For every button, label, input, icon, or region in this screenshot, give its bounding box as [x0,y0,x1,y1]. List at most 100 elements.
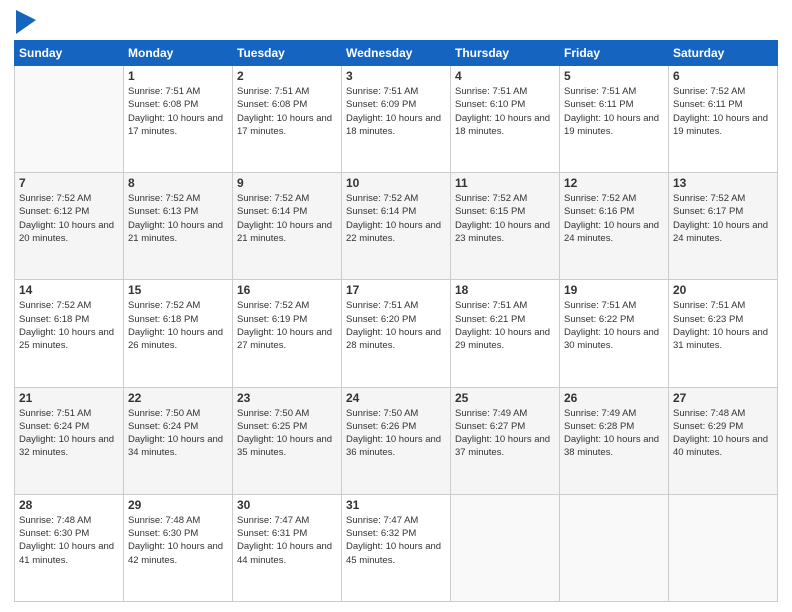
day-info: Sunrise: 7:48 AMSunset: 6:30 PMDaylight:… [128,514,228,567]
day-number: 15 [128,283,228,297]
day-number: 16 [237,283,337,297]
day-cell: 25 Sunrise: 7:49 AMSunset: 6:27 PMDayligh… [451,387,560,494]
day-header-row: SundayMondayTuesdayWednesdayThursdayFrid… [15,41,778,66]
day-cell: 2Sunrise: 7:51 AMSunset: 6:08 PMDaylight… [233,66,342,173]
day-cell: 27 Sunrise: 7:48 AMSunset: 6:29 PMDayligh… [669,387,778,494]
day-cell: 20 Sunrise: 7:51 AMSunset: 6:23 PMDayligh… [669,280,778,387]
day-info: Sunrise: 7:52 AMSunset: 6:18 PMDaylight:… [128,299,228,352]
day-number: 20 [673,283,773,297]
day-number: 9 [237,176,337,190]
day-info: Sunrise: 7:52 AMSunset: 6:17 PMDaylight:… [673,192,773,245]
day-header-thursday: Thursday [451,41,560,66]
day-number: 29 [128,498,228,512]
day-cell: 17Sunrise: 7:51 AMSunset: 6:20 PMDayligh… [342,280,451,387]
day-info: Sunrise: 7:51 AMSunset: 6:22 PMDaylight:… [564,299,664,352]
day-cell: 9 Sunrise: 7:52 AMSunset: 6:14 PMDaylight… [233,173,342,280]
day-cell: 6 Sunrise: 7:52 AMSunset: 6:11 PMDaylight… [669,66,778,173]
day-info: Sunrise: 7:51 AMSunset: 6:24 PMDaylight:… [19,407,119,460]
day-header-tuesday: Tuesday [233,41,342,66]
day-cell: 8 Sunrise: 7:52 AMSunset: 6:13 PMDaylight… [124,173,233,280]
day-number: 23 [237,391,337,405]
day-number: 19 [564,283,664,297]
day-header-sunday: Sunday [15,41,124,66]
day-number: 10 [346,176,446,190]
day-number: 5 [564,69,664,83]
day-cell: 31 Sunrise: 7:47 AMSunset: 6:32 PMDayligh… [342,494,451,601]
day-header-wednesday: Wednesday [342,41,451,66]
day-info: Sunrise: 7:50 AMSunset: 6:26 PMDaylight:… [346,407,446,460]
day-info: Sunrise: 7:52 AMSunset: 6:19 PMDaylight:… [237,299,337,352]
day-info: Sunrise: 7:52 AMSunset: 6:12 PMDaylight:… [19,192,119,245]
day-cell: 23 Sunrise: 7:50 AMSunset: 6:25 PMDayligh… [233,387,342,494]
day-cell: 3Sunrise: 7:51 AMSunset: 6:09 PMDaylight… [342,66,451,173]
day-number: 30 [237,498,337,512]
header [14,10,778,34]
day-info: Sunrise: 7:50 AMSunset: 6:24 PMDaylight:… [128,407,228,460]
day-number: 21 [19,391,119,405]
day-number: 17 [346,283,446,297]
day-info: Sunrise: 7:48 AMSunset: 6:30 PMDaylight:… [19,514,119,567]
day-info: Sunrise: 7:52 AMSunset: 6:18 PMDaylight:… [19,299,119,352]
day-cell [15,66,124,173]
day-number: 4 [455,69,555,83]
day-info: Sunrise: 7:49 AMSunset: 6:27 PMDaylight:… [455,407,555,460]
day-cell: 26Sunrise: 7:49 AMSunset: 6:28 PMDayligh… [560,387,669,494]
day-number: 22 [128,391,228,405]
day-number: 13 [673,176,773,190]
day-info: Sunrise: 7:51 AMSunset: 6:11 PMDaylight:… [564,85,664,138]
day-cell [560,494,669,601]
day-number: 27 [673,391,773,405]
day-info: Sunrise: 7:47 AMSunset: 6:31 PMDaylight:… [237,514,337,567]
day-number: 12 [564,176,664,190]
day-cell: 28 Sunrise: 7:48 AMSunset: 6:30 PMDayligh… [15,494,124,601]
day-header-friday: Friday [560,41,669,66]
day-number: 1 [128,69,228,83]
week-row-0: 1 Sunrise: 7:51 AMSunset: 6:08 PMDaylight… [15,66,778,173]
day-info: Sunrise: 7:48 AMSunset: 6:29 PMDaylight:… [673,407,773,460]
day-cell: 10 Sunrise: 7:52 AMSunset: 6:14 PMDayligh… [342,173,451,280]
day-number: 25 [455,391,555,405]
day-info: Sunrise: 7:50 AMSunset: 6:25 PMDaylight:… [237,407,337,460]
day-cell: 1Sunrise: 7:51 AMSunset: 6:08 PMDaylight… [124,66,233,173]
day-cell: 13 Sunrise: 7:52 AMSunset: 6:17 PMDayligh… [669,173,778,280]
day-number: 8 [128,176,228,190]
day-info: Sunrise: 7:52 AMSunset: 6:13 PMDaylight:… [128,192,228,245]
day-number: 24 [346,391,446,405]
calendar-header: SundayMondayTuesdayWednesdayThursdayFrid… [15,41,778,66]
day-info: Sunrise: 7:52 AMSunset: 6:11 PMDaylight:… [673,85,773,138]
day-header-monday: Monday [124,41,233,66]
day-info: Sunrise: 7:52 AMSunset: 6:14 PMDaylight:… [237,192,337,245]
day-number: 18 [455,283,555,297]
day-number: 28 [19,498,119,512]
day-header-saturday: Saturday [669,41,778,66]
day-number: 3 [346,69,446,83]
day-cell: 24 Sunrise: 7:50 AMSunset: 6:26 PMDayligh… [342,387,451,494]
day-info: Sunrise: 7:47 AMSunset: 6:32 PMDaylight:… [346,514,446,567]
day-number: 31 [346,498,446,512]
day-cell: 5 Sunrise: 7:51 AMSunset: 6:11 PMDaylight… [560,66,669,173]
day-cell: 22 Sunrise: 7:50 AMSunset: 6:24 PMDayligh… [124,387,233,494]
logo-area [14,10,36,34]
day-cell: 21 Sunrise: 7:51 AMSunset: 6:24 PMDayligh… [15,387,124,494]
day-cell: 11Sunrise: 7:52 AMSunset: 6:15 PMDayligh… [451,173,560,280]
day-number: 7 [19,176,119,190]
day-cell: 15 Sunrise: 7:52 AMSunset: 6:18 PMDayligh… [124,280,233,387]
page: SundayMondayTuesdayWednesdayThursdayFrid… [0,0,792,612]
day-info: Sunrise: 7:51 AMSunset: 6:08 PMDaylight:… [237,85,337,138]
day-info: Sunrise: 7:51 AMSunset: 6:23 PMDaylight:… [673,299,773,352]
day-number: 6 [673,69,773,83]
day-cell: 7 Sunrise: 7:52 AMSunset: 6:12 PMDaylight… [15,173,124,280]
day-info: Sunrise: 7:51 AMSunset: 6:10 PMDaylight:… [455,85,555,138]
day-cell [669,494,778,601]
day-number: 14 [19,283,119,297]
day-info: Sunrise: 7:49 AMSunset: 6:28 PMDaylight:… [564,407,664,460]
day-cell: 14 Sunrise: 7:52 AMSunset: 6:18 PMDayligh… [15,280,124,387]
week-row-2: 14 Sunrise: 7:52 AMSunset: 6:18 PMDayligh… [15,280,778,387]
week-row-4: 28 Sunrise: 7:48 AMSunset: 6:30 PMDayligh… [15,494,778,601]
day-cell [451,494,560,601]
day-cell: 19 Sunrise: 7:51 AMSunset: 6:22 PMDayligh… [560,280,669,387]
calendar-table: SundayMondayTuesdayWednesdayThursdayFrid… [14,40,778,602]
week-row-3: 21 Sunrise: 7:51 AMSunset: 6:24 PMDayligh… [15,387,778,494]
day-cell: 12Sunrise: 7:52 AMSunset: 6:16 PMDayligh… [560,173,669,280]
day-info: Sunrise: 7:52 AMSunset: 6:14 PMDaylight:… [346,192,446,245]
